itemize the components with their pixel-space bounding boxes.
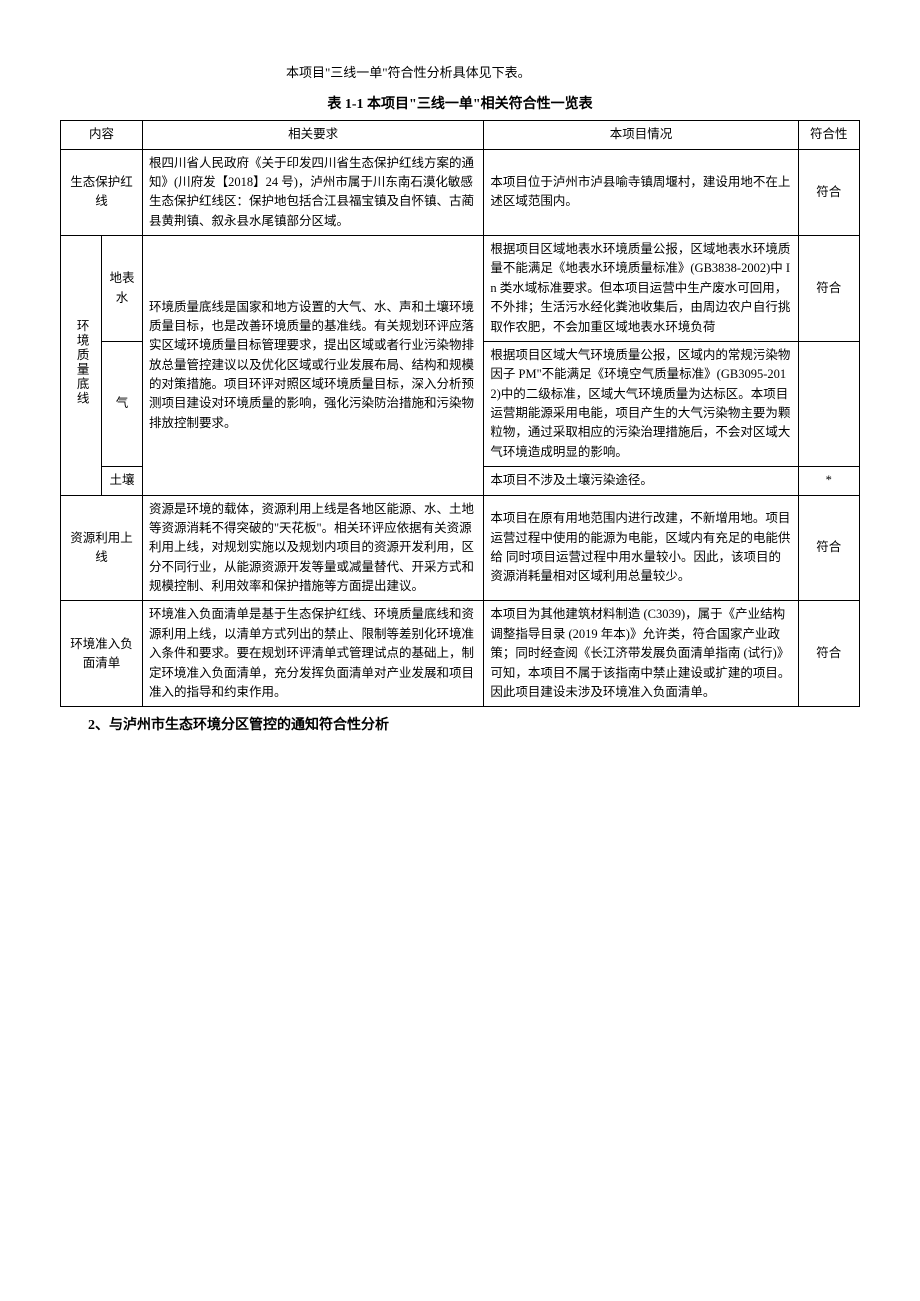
cell-project: 根据项目区域大气环境质量公报，区域内的常规污染物因子 PM"不能满足《环境空气质… [484, 341, 798, 466]
cell-category: 环境准入负面清单 [61, 601, 143, 707]
cell-requirement: 环境质量底线是国家和地方设置的大气、水、声和土壤环境质量目标，也是改善环境质量的… [142, 236, 483, 496]
table-row: 环境质量底线 地表水 环境质量底线是国家和地方设置的大气、水、声和土壤环境质量目… [61, 236, 860, 342]
table-title: 表 1-1 本项目"三线一单"相关符合性一览表 [60, 94, 860, 116]
cell-subcategory: 土壤 [101, 467, 142, 495]
cell-requirement: 资源是环境的载体，资源利用上线是各地区能源、水、土地等资源消耗不得突破的"天花板… [142, 495, 483, 601]
table-row: 环境准入负面清单 环境准入负面清单是基于生态保护红线、环境质量底线和资源利用上线… [61, 601, 860, 707]
intro-text: 本项目"三线一单"符合性分析具体见下表。 [60, 63, 860, 84]
table-row: 生态保护红线 根四川省人民政府《关于印发四川省生态保护红线方案的通知》(川府发【… [61, 149, 860, 236]
cell-conformity: 符合 [798, 236, 859, 342]
header-conformity: 符合性 [798, 121, 859, 149]
cell-subcategory: 气 [101, 341, 142, 466]
cell-conformity: 符合 [798, 601, 859, 707]
cell-project: 本项目为其他建筑材料制造 (C3039)，属于《产业结构调整指导目录 (2019… [484, 601, 798, 707]
cell-category: 生态保护红线 [61, 149, 143, 236]
cell-category-group: 环境质量底线 [61, 236, 102, 496]
header-category: 内容 [61, 121, 143, 149]
header-project: 本项目情况 [484, 121, 798, 149]
conformity-table: 内容 相关要求 本项目情况 符合性 生态保护红线 根四川省人民政府《关于印发四川… [60, 120, 860, 707]
cell-project: 根据项目区域地表水环境质量公报，区域地表水环境质量不能满足《地表水环境质量标准》… [484, 236, 798, 342]
cell-conformity: 符合 [798, 149, 859, 236]
cell-project: 本项目在原有用地范围内进行改建，不新增用地。项目运营过程中使用的能源为电能，区域… [484, 495, 798, 601]
section-2-heading: 2、与泸州市生态环境分区管控的通知符合性分析 [60, 715, 860, 737]
cell-conformity: * [798, 467, 859, 495]
cell-project: 本项目位于泸州市泸县喻寺镇周堰村，建设用地不在上述区域范围内。 [484, 149, 798, 236]
cell-project: 本项目不涉及土壤污染途径。 [484, 467, 798, 495]
cell-requirement: 环境准入负面清单是基于生态保护红线、环境质量底线和资源利用上线，以清单方式列出的… [142, 601, 483, 707]
cell-conformity [798, 341, 859, 466]
cell-category: 资源利用上线 [61, 495, 143, 601]
cell-subcategory: 地表水 [101, 236, 142, 342]
table-row: 资源利用上线 资源是环境的载体，资源利用上线是各地区能源、水、土地等资源消耗不得… [61, 495, 860, 601]
table-header-row: 内容 相关要求 本项目情况 符合性 [61, 121, 860, 149]
cell-requirement: 根四川省人民政府《关于印发四川省生态保护红线方案的通知》(川府发【2018】24… [142, 149, 483, 236]
cell-conformity: 符合 [798, 495, 859, 601]
header-requirement: 相关要求 [142, 121, 483, 149]
